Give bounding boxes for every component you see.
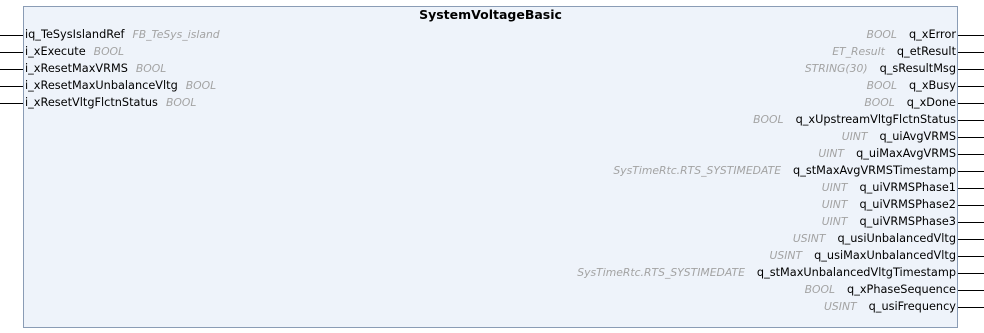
pin-connector-line bbox=[958, 86, 984, 87]
pin-connector-line bbox=[958, 137, 984, 138]
output-pin[interactable]: BOOL q_xUpstreamVltgFlctnStatus bbox=[4, 112, 984, 128]
output-pin[interactable]: BOOL q_xBusy bbox=[4, 78, 984, 94]
pin-connector-line bbox=[958, 171, 984, 172]
pin-connector-line bbox=[958, 222, 984, 223]
pin-connector-line bbox=[958, 290, 984, 291]
output-pin-name: q_xError bbox=[908, 28, 956, 41]
function-block-title: SystemVoltageBasic bbox=[419, 7, 562, 22]
output-pin-name: q_xPhaseSequence bbox=[847, 283, 956, 296]
output-pin-name: q_usiUnbalancedVltg bbox=[837, 232, 956, 245]
output-pin-type: SysTimeRtc.RTS_SYSTIMEDATE bbox=[613, 164, 782, 177]
pin-connector-line bbox=[958, 256, 984, 257]
output-pin-type: BOOL bbox=[804, 283, 836, 296]
output-pin-name: q_usiFrequency bbox=[868, 300, 956, 313]
output-pin-name: q_stMaxUnbalancedVltgTimestamp bbox=[756, 266, 956, 279]
output-pin-name: q_sResultMsg bbox=[879, 62, 956, 75]
output-pin[interactable]: UINT q_uiVRMSPhase1 bbox=[4, 180, 984, 196]
output-pin-type: UINT bbox=[841, 130, 868, 143]
output-pin-name: q_uiVRMSPhase2 bbox=[859, 198, 956, 211]
output-pin-name: q_uiVRMSPhase1 bbox=[859, 181, 956, 194]
output-pin-name: q_xDone bbox=[906, 96, 956, 109]
pin-connector-line bbox=[958, 120, 984, 121]
output-pin-type: STRING(30) bbox=[804, 62, 868, 75]
pin-connector-line bbox=[958, 188, 984, 189]
output-pin[interactable]: USINT q_usiFrequency bbox=[4, 299, 984, 315]
output-pin-type: USINT bbox=[769, 249, 803, 262]
output-pin-name: q_uiMaxAvgVRMS bbox=[856, 147, 956, 160]
output-pin-type: USINT bbox=[792, 232, 826, 245]
output-pin[interactable]: UINT q_uiVRMSPhase2 bbox=[4, 197, 984, 213]
pin-connector-line bbox=[958, 69, 984, 70]
output-pin-type: BOOL bbox=[864, 96, 895, 109]
output-pin-type: BOOL bbox=[866, 28, 897, 41]
output-pin-type: UINT bbox=[818, 147, 845, 160]
output-pin-name: q_etResult bbox=[896, 45, 956, 58]
pin-connector-line bbox=[958, 273, 984, 274]
output-pin[interactable]: STRING(30) q_sResultMsg bbox=[4, 61, 984, 77]
pin-connector-line bbox=[958, 52, 984, 53]
output-pin[interactable]: BOOL q_xDone bbox=[4, 95, 984, 111]
output-pin-name: q_usiMaxUnbalancedVltg bbox=[814, 249, 956, 262]
output-pin-name: q_xBusy bbox=[909, 79, 956, 92]
output-pin-type: SysTimeRtc.RTS_SYSTIMEDATE bbox=[577, 266, 745, 279]
pin-connector-line bbox=[958, 205, 984, 206]
pin-connector-line bbox=[958, 307, 984, 308]
output-pin-name: q_uiAvgVRMS bbox=[879, 130, 956, 143]
output-pin-type: USINT bbox=[824, 300, 857, 313]
output-pin[interactable]: USINT q_usiMaxUnbalancedVltg bbox=[4, 248, 984, 264]
output-pin-name: q_xUpstreamVltgFlctnStatus bbox=[795, 113, 956, 126]
output-pin[interactable]: UINT q_uiMaxAvgVRMS bbox=[4, 146, 984, 162]
pin-connector-line bbox=[958, 35, 984, 36]
output-pin[interactable]: BOOL q_xPhaseSequence bbox=[4, 282, 984, 298]
output-pin-type: UINT bbox=[821, 181, 848, 194]
output-pin[interactable]: UINT q_uiVRMSPhase3 bbox=[4, 214, 984, 230]
output-pin-name: q_uiVRMSPhase3 bbox=[859, 215, 956, 228]
output-pin[interactable]: SysTimeRtc.RTS_SYSTIMEDATE q_stMaxUnbalan… bbox=[4, 265, 984, 281]
output-pin-type: ET_Result bbox=[832, 45, 885, 58]
output-pin-type: UINT bbox=[821, 198, 848, 211]
output-pin[interactable]: BOOL q_xError bbox=[4, 27, 984, 43]
output-pin[interactable]: USINT q_usiUnbalancedVltg bbox=[4, 231, 984, 247]
pin-connector-line bbox=[958, 239, 984, 240]
output-pin[interactable]: UINT q_uiAvgVRMS bbox=[4, 129, 984, 145]
output-pin[interactable]: ET_Result q_etResult bbox=[4, 44, 984, 60]
pin-connector-line bbox=[958, 154, 984, 155]
output-pin-type: BOOL bbox=[866, 79, 897, 92]
output-pin-type: BOOL bbox=[753, 113, 784, 126]
output-pin[interactable]: SysTimeRtc.RTS_SYSTIMEDATE q_stMaxAvgVRMS… bbox=[4, 163, 984, 179]
output-pin-type: UINT bbox=[821, 215, 848, 228]
pin-connector-line bbox=[958, 103, 984, 104]
output-pin-name: q_stMaxAvgVRMSTimestamp bbox=[793, 164, 956, 177]
